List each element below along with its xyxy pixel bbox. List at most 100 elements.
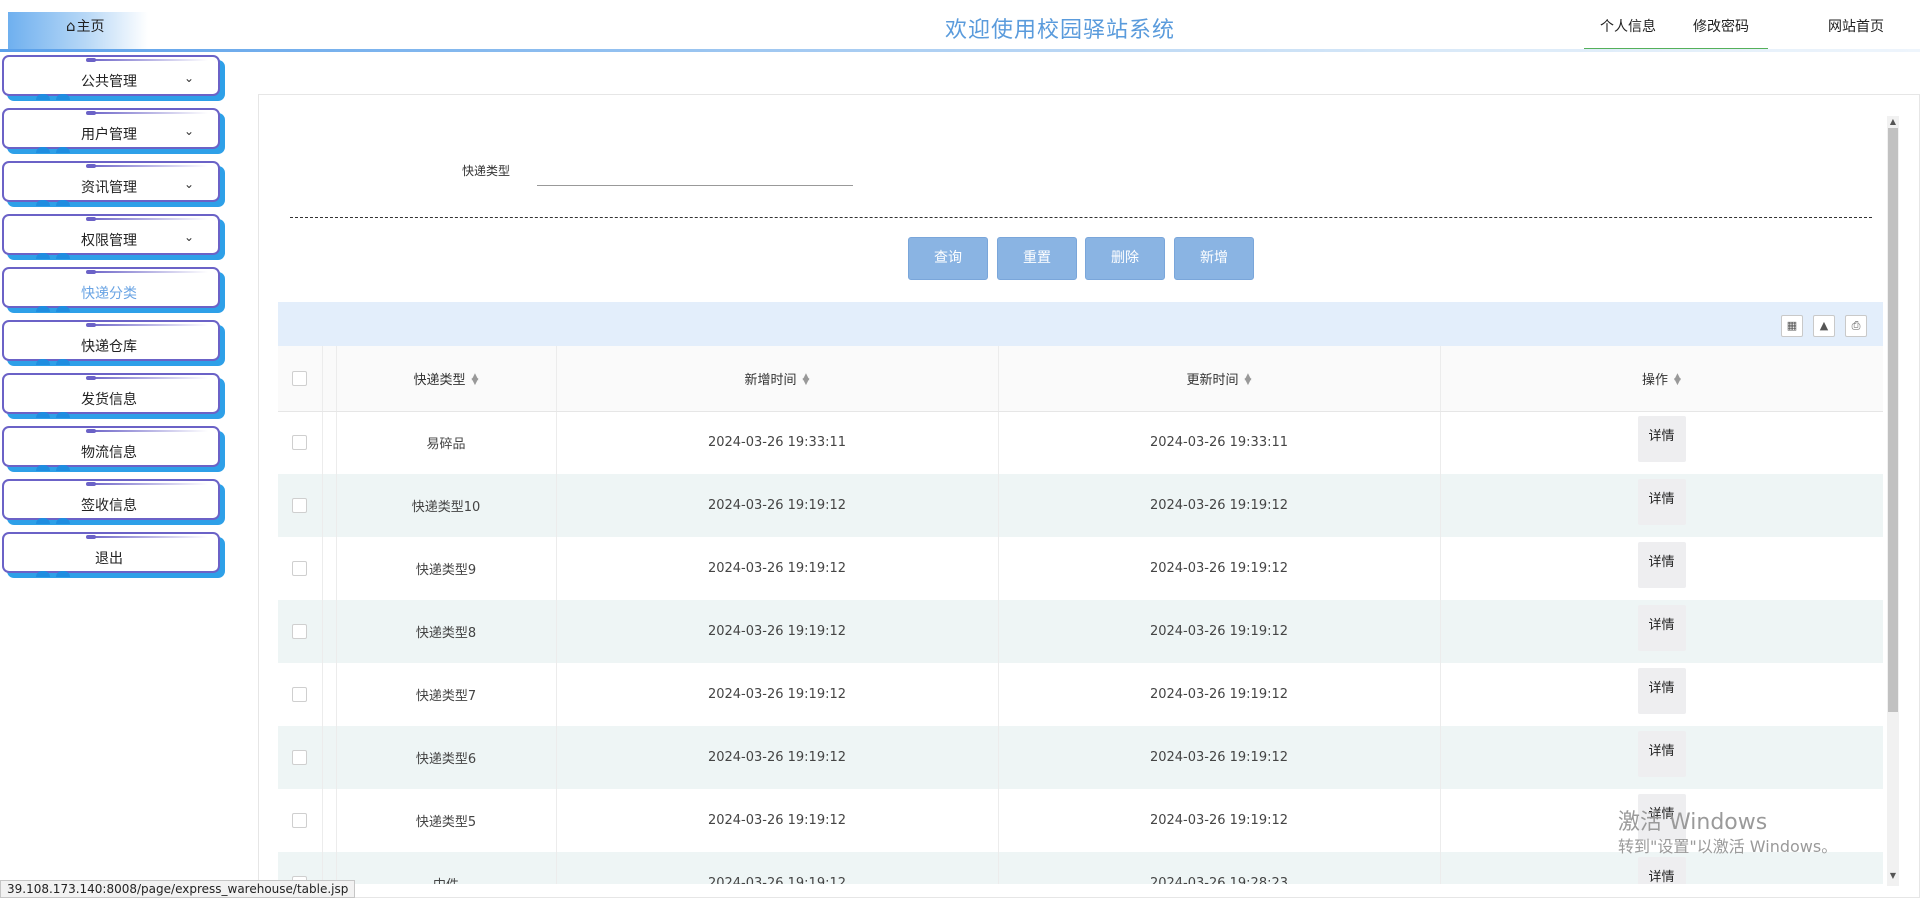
cell-created: 2024-03-26 19:19:12 bbox=[556, 537, 999, 600]
nav-profile[interactable]: 个人信息 bbox=[1600, 16, 1656, 36]
row-checkbox[interactable] bbox=[292, 435, 308, 451]
detail-button[interactable]: 详情 bbox=[1637, 667, 1686, 714]
table-row: 快递类型8 2024-03-26 19:19:12 2024-03-26 19:… bbox=[278, 600, 1883, 663]
cell-type: 快递类型6 bbox=[336, 726, 557, 789]
sidebar-item-label: 快递分类 bbox=[81, 286, 137, 302]
cell-type: 快递类型7 bbox=[336, 663, 557, 726]
sidebar-item-label: 权限管理 bbox=[81, 233, 137, 249]
cell-updated: 2024-03-26 19:28:23 bbox=[998, 852, 1441, 884]
sidebar-item-label: 公共管理 bbox=[81, 74, 137, 90]
sidebar-item-label: 资讯管理 bbox=[81, 180, 137, 196]
detail-button[interactable]: 详情 bbox=[1637, 856, 1686, 884]
cell-created: 2024-03-26 19:33:11 bbox=[556, 411, 999, 474]
detail-button[interactable]: 详情 bbox=[1637, 478, 1686, 525]
chevron-down-icon: ⌄ bbox=[183, 71, 194, 85]
cell-updated: 2024-03-26 19:19:12 bbox=[998, 663, 1441, 726]
table-toolbar: ▦ ▲ ⎙ bbox=[278, 302, 1883, 346]
status-bar-url: 39.108.173.140:8008/page/express_warehou… bbox=[0, 880, 356, 898]
cell-type: 中件 bbox=[336, 852, 557, 884]
chevron-down-icon: ⌄ bbox=[183, 177, 194, 191]
cell-type: 易碎品 bbox=[336, 411, 557, 474]
sidebar-item-express-category[interactable]: 快递分类 bbox=[2, 267, 220, 312]
cell-updated: 2024-03-26 19:19:12 bbox=[998, 789, 1441, 852]
detail-button[interactable]: 详情 bbox=[1637, 730, 1686, 777]
sidebar-item-label: 退出 bbox=[95, 551, 123, 567]
express-type-input[interactable] bbox=[537, 158, 853, 186]
sidebar-item-permissions[interactable]: 权限管理 ⌄ bbox=[2, 214, 220, 259]
chevron-down-icon: ⌄ bbox=[183, 124, 194, 138]
grid-icon[interactable]: ▦ bbox=[1781, 315, 1803, 337]
cell-updated: 2024-03-26 19:19:12 bbox=[998, 600, 1441, 663]
cell-updated: 2024-03-26 19:19:12 bbox=[998, 474, 1441, 537]
print-icon[interactable]: ⎙ bbox=[1845, 315, 1867, 337]
sidebar-item-signed[interactable]: 签收信息 bbox=[2, 479, 220, 524]
sidebar-item-users[interactable]: 用户管理 ⌄ bbox=[2, 108, 220, 153]
activation-watermark-hint: 转到"设置"以激活 Windows。 bbox=[1618, 837, 1838, 856]
col-header-type[interactable]: 快递类型 ▲ ▼ bbox=[336, 346, 557, 412]
detail-button[interactable]: 详情 bbox=[1637, 415, 1686, 462]
select-all-checkbox[interactable] bbox=[292, 370, 308, 386]
cell-type: 快递类型9 bbox=[336, 537, 557, 600]
cell-created: 2024-03-26 19:19:12 bbox=[556, 789, 999, 852]
nav-change-password[interactable]: 修改密码 bbox=[1693, 16, 1749, 36]
table-row: 快递类型6 2024-03-26 19:19:12 2024-03-26 19:… bbox=[278, 726, 1883, 789]
top-header: ⌂ 主页 欢迎使用校园驿站系统 个人信息 修改密码 网站首页 bbox=[0, 0, 1920, 52]
cell-type: 快递类型8 bbox=[336, 600, 557, 663]
sidebar-item-label: 签收信息 bbox=[81, 498, 137, 514]
cell-created: 2024-03-26 19:19:12 bbox=[556, 600, 999, 663]
filter-label: 快递类型 bbox=[462, 164, 511, 178]
cell-type: 快递类型10 bbox=[336, 474, 557, 537]
row-checkbox[interactable] bbox=[292, 750, 308, 765]
col-header-actions[interactable]: 操作 ▲ ▼ bbox=[1440, 346, 1883, 412]
cell-updated: 2024-03-26 19:33:11 bbox=[998, 411, 1441, 474]
row-checkbox[interactable] bbox=[292, 687, 308, 702]
divider bbox=[290, 217, 1872, 218]
detail-button[interactable]: 详情 bbox=[1637, 541, 1686, 588]
sidebar-item-label: 用户管理 bbox=[81, 127, 137, 143]
detail-button[interactable]: 详情 bbox=[1637, 604, 1686, 651]
reset-button[interactable]: 重置 bbox=[997, 237, 1077, 280]
delete-button[interactable]: 删除 bbox=[1085, 237, 1165, 280]
sidebar-item-public[interactable]: 公共管理 ⌄ bbox=[2, 55, 220, 100]
cell-created: 2024-03-26 19:19:12 bbox=[556, 663, 999, 726]
sidebar-item-label: 快递仓库 bbox=[81, 339, 137, 355]
cell-created: 2024-03-26 19:19:12 bbox=[556, 852, 999, 884]
table-row: 快递类型10 2024-03-26 19:19:12 2024-03-26 19… bbox=[278, 474, 1883, 537]
table-row: 快递类型7 2024-03-26 19:19:12 2024-03-26 19:… bbox=[278, 663, 1883, 726]
nav-site-home[interactable]: 网站首页 bbox=[1828, 16, 1884, 36]
sidebar-item-label: 发货信息 bbox=[81, 392, 137, 408]
scroll-down-icon[interactable]: ▼ bbox=[1887, 871, 1899, 880]
sidebar-item-label: 物流信息 bbox=[81, 445, 137, 461]
table-header-row: 快递类型 ▲ ▼ 新增时间 ▲ ▼ 更新时间 ▲ ▼ 操作 ▲ ▼ bbox=[278, 346, 1883, 412]
sort-icon: ▲ ▼ bbox=[1244, 372, 1252, 388]
sort-icon: ▲ ▼ bbox=[471, 372, 479, 388]
add-button[interactable]: 新增 bbox=[1174, 237, 1254, 280]
cell-updated: 2024-03-26 19:19:12 bbox=[998, 537, 1441, 600]
row-checkbox[interactable] bbox=[292, 498, 308, 513]
scrollbar-thumb[interactable] bbox=[1888, 128, 1898, 712]
row-checkbox[interactable] bbox=[292, 813, 308, 828]
col-header-created[interactable]: 新增时间 ▲ ▼ bbox=[556, 346, 999, 412]
row-checkbox[interactable] bbox=[292, 624, 308, 639]
sidebar-item-shipping[interactable]: 发货信息 bbox=[2, 373, 220, 418]
col-header-updated[interactable]: 更新时间 ▲ ▼ bbox=[998, 346, 1441, 412]
cell-type: 快递类型5 bbox=[336, 789, 557, 852]
chevron-down-icon: ⌄ bbox=[183, 230, 194, 244]
sort-icon: ▲ ▼ bbox=[1674, 372, 1681, 388]
cell-created: 2024-03-26 19:19:12 bbox=[556, 726, 999, 789]
header-divider bbox=[0, 49, 1920, 52]
sidebar-item-logistics[interactable]: 物流信息 bbox=[2, 426, 220, 471]
sidebar-item-news[interactable]: 资讯管理 ⌄ bbox=[2, 161, 220, 206]
sidebar-item-express-warehouse[interactable]: 快递仓库 bbox=[2, 320, 220, 365]
sidebar-item-logout[interactable]: 退出 bbox=[2, 532, 220, 577]
sort-icon: ▲ ▼ bbox=[802, 372, 810, 388]
table-row: 易碎品 2024-03-26 19:33:11 2024-03-26 19:33… bbox=[278, 411, 1883, 474]
table-row: 快递类型9 2024-03-26 19:19:12 2024-03-26 19:… bbox=[278, 537, 1883, 600]
query-button[interactable]: 查询 bbox=[908, 237, 988, 280]
cell-updated: 2024-03-26 19:19:12 bbox=[998, 726, 1441, 789]
cell-created: 2024-03-26 19:19:12 bbox=[556, 474, 999, 537]
export-icon[interactable]: ▲ bbox=[1813, 315, 1835, 337]
activation-watermark-title: 激活 Windows bbox=[1618, 810, 1768, 835]
scroll-up-icon[interactable]: ▲ bbox=[1887, 117, 1899, 126]
row-checkbox[interactable] bbox=[292, 561, 308, 576]
